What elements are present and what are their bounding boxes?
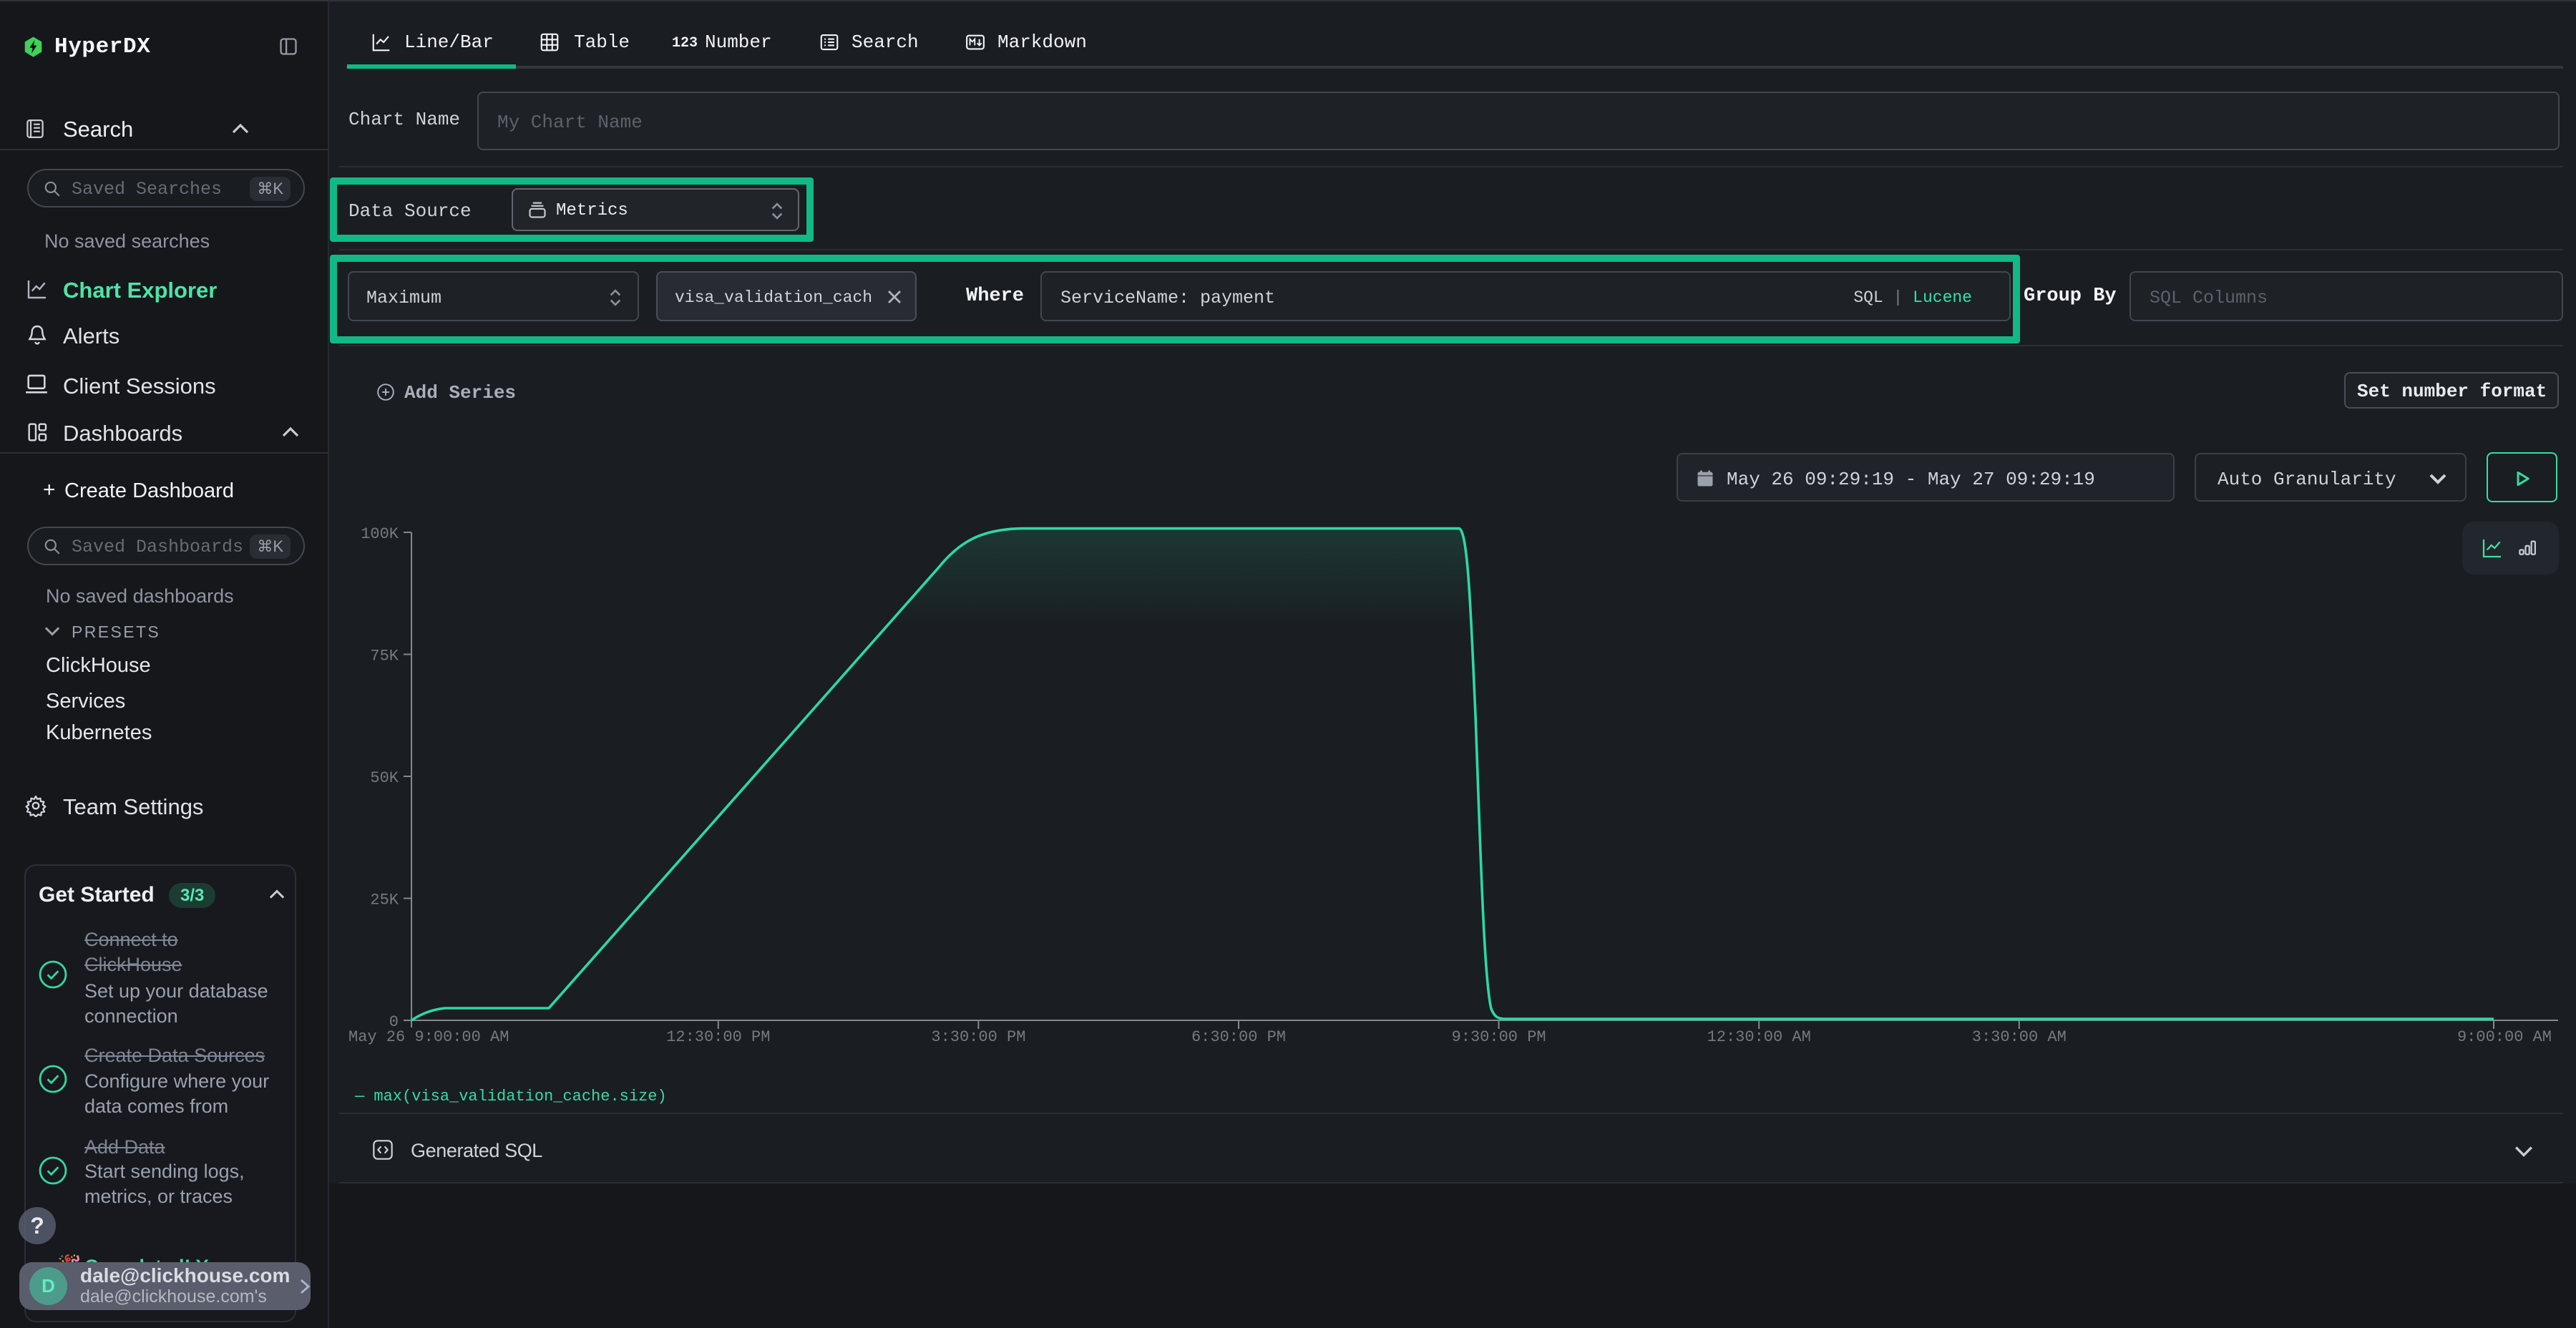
svg-text:50K: 50K	[370, 769, 399, 787]
svg-text:May 26 9:00:00 AM: May 26 9:00:00 AM	[348, 1028, 509, 1046]
svg-text:25K: 25K	[370, 892, 399, 909]
svg-text:75K: 75K	[370, 648, 399, 665]
svg-text:3:30:00 AM: 3:30:00 AM	[1972, 1028, 2067, 1046]
svg-text:9:30:00 PM: 9:30:00 PM	[1452, 1028, 1546, 1046]
svg-text:3:30:00 PM: 3:30:00 PM	[931, 1028, 1025, 1046]
svg-text:12:30:00 PM: 12:30:00 PM	[666, 1028, 770, 1046]
svg-text:100K: 100K	[361, 525, 399, 543]
svg-text:9:00:00 AM: 9:00:00 AM	[2457, 1028, 2552, 1046]
svg-text:12:30:00 AM: 12:30:00 AM	[1707, 1028, 1811, 1046]
svg-text:6:30:00 PM: 6:30:00 PM	[1191, 1028, 1286, 1046]
